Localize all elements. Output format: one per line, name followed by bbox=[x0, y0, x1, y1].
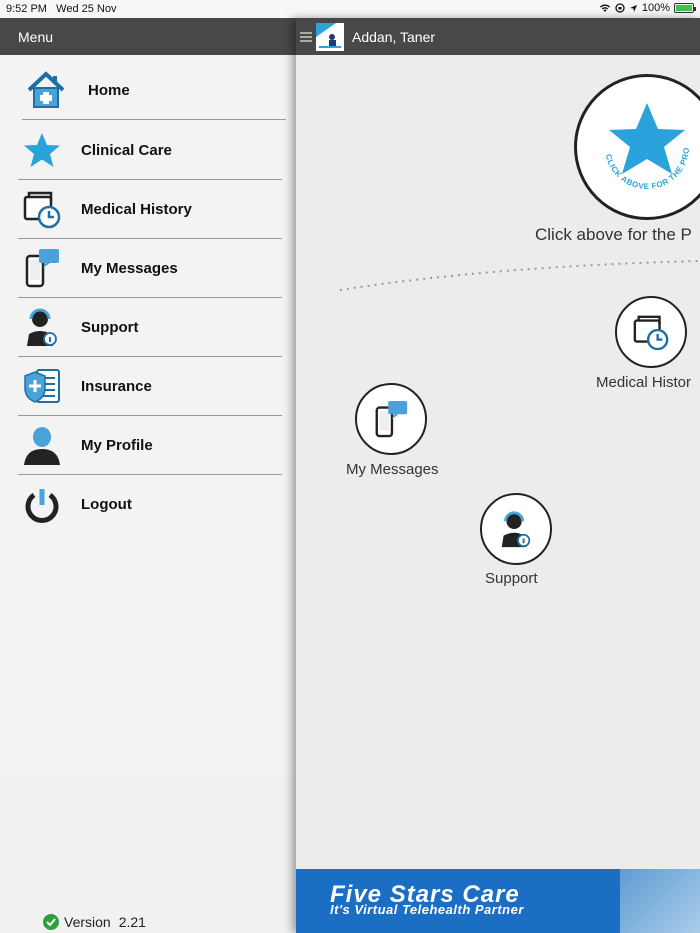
my-messages-node[interactable] bbox=[355, 383, 427, 455]
version-info: Version 2.21 bbox=[42, 913, 146, 931]
my-messages-label: My Messages bbox=[346, 461, 439, 478]
status-time: 9:52 PM Wed 25 Nov bbox=[6, 3, 117, 15]
banner-image bbox=[620, 869, 700, 933]
support-icon bbox=[501, 511, 531, 548]
wifi-icon bbox=[599, 4, 610, 12]
sidebar-item-label: Medical History bbox=[81, 200, 192, 218]
sidebar-item-home[interactable]: Home bbox=[22, 61, 286, 120]
insurance-icon bbox=[20, 364, 64, 408]
messages-icon bbox=[20, 246, 64, 290]
version-number: 2.21 bbox=[118, 914, 146, 930]
sidebar-item-label: My Messages bbox=[81, 259, 178, 277]
provider-caption: Click above for the P bbox=[535, 225, 692, 244]
medical-history-node[interactable] bbox=[615, 296, 687, 368]
sidebar-item-label: Logout bbox=[81, 496, 132, 513]
sidebar-item-support[interactable]: Support bbox=[18, 298, 282, 357]
battery-icon bbox=[674, 3, 696, 13]
sidebar-item-label: Home bbox=[88, 81, 130, 99]
banner-subtitle: It's Virtual Telehealth Partner bbox=[330, 902, 524, 917]
sidebar: Menu Home Clinical Care Medical History bbox=[0, 18, 296, 933]
home-icon bbox=[24, 68, 68, 112]
messages-icon bbox=[375, 400, 408, 438]
sidebar-item-my-profile[interactable]: My Profile bbox=[18, 416, 282, 475]
profile-icon bbox=[20, 423, 64, 467]
provider-button[interactable]: CLICK ABOVE FOR THE PROVIDER bbox=[574, 74, 700, 220]
version-label: Version bbox=[64, 914, 111, 930]
sidebar-item-my-messages[interactable]: My Messages bbox=[18, 239, 282, 298]
promo-banner: Five Stars Care It's Virtual Telehealth … bbox=[296, 869, 700, 933]
support-label: Support bbox=[485, 570, 538, 587]
status-bar: 9:52 PM Wed 25 Nov 100% bbox=[0, 0, 700, 18]
sidebar-title: Menu bbox=[18, 29, 54, 45]
star-icon: CLICK ABOVE FOR THE PROVIDER bbox=[577, 77, 691, 191]
location-icon bbox=[629, 4, 637, 12]
logout-icon bbox=[20, 483, 64, 527]
sidebar-item-label: Clinical Care bbox=[81, 141, 172, 159]
battery-percent: 100% bbox=[641, 2, 670, 14]
check-icon bbox=[43, 914, 59, 930]
sidebar-item-clinical-care[interactable]: Clinical Care bbox=[18, 121, 282, 180]
sidebar-menu: Home Clinical Care Medical History My Me… bbox=[0, 55, 296, 775]
sidebar-item-medical-history[interactable]: Medical History bbox=[18, 180, 282, 239]
sidebar-item-label: Insurance bbox=[81, 377, 152, 395]
status-icons: 100% bbox=[599, 2, 696, 14]
sidebar-item-insurance[interactable]: Insurance bbox=[18, 357, 282, 416]
star-icon bbox=[20, 128, 64, 172]
medical-history-icon bbox=[20, 187, 64, 231]
support-icon bbox=[20, 305, 64, 349]
medical-history-icon bbox=[633, 315, 669, 351]
sidebar-header: Menu bbox=[0, 18, 296, 55]
main-panel: Addan, Taner CLICK ABOVE FOR THE PROVIDE… bbox=[296, 18, 700, 933]
sidebar-item-label: My Profile bbox=[81, 436, 153, 454]
sidebar-item-logout[interactable]: Logout bbox=[18, 475, 282, 534]
lock-rotation-icon bbox=[615, 3, 625, 13]
medical-history-label: Medical Histor bbox=[596, 374, 692, 391]
sidebar-item-label: Support bbox=[81, 318, 139, 336]
support-node[interactable] bbox=[480, 493, 552, 565]
